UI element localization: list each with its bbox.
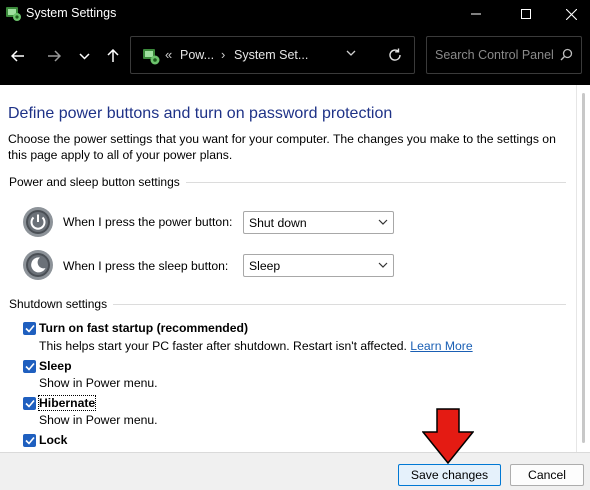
search-icon (560, 48, 573, 61)
breadcrumb-item-system-settings[interactable]: System Set... (234, 48, 308, 62)
power-icon (23, 207, 53, 237)
sleep-button-action-select[interactable]: Sleep (243, 254, 394, 277)
window-title: System Settings (26, 6, 117, 20)
search-box[interactable]: Search Control Panel (426, 36, 582, 74)
power-section-title: Power and sleep button settings (9, 175, 186, 189)
sleep-option-label[interactable]: Sleep (39, 359, 72, 373)
chevron-down-icon (78, 52, 90, 60)
chevron-down-icon (378, 219, 388, 225)
fast-startup-label[interactable]: Turn on fast startup (recommended) (39, 321, 248, 335)
dialog-footer: Save changes Cancel (0, 452, 590, 490)
close-icon (565, 8, 577, 20)
arrow-left-icon (11, 50, 24, 62)
fast-startup-description-text: This helps start your PC faster after sh… (39, 339, 407, 353)
scrollbar-thumb[interactable] (582, 93, 585, 443)
checkmark-icon (24, 399, 35, 408)
fast-startup-description: This helps start your PC faster after sh… (39, 339, 473, 353)
checkmark-icon (24, 436, 35, 445)
annotation-arrow-icon (422, 408, 474, 464)
breadcrumb-overflow[interactable]: « (165, 47, 172, 62)
refresh-button[interactable] (383, 38, 407, 72)
up-button[interactable] (99, 42, 127, 70)
recent-locations-button[interactable] (70, 42, 98, 70)
control-panel-icon (143, 49, 160, 65)
forward-button[interactable] (40, 42, 68, 70)
checkmark-icon (24, 362, 35, 371)
learn-more-link[interactable]: Learn More (410, 339, 472, 353)
shutdown-section-title: Shutdown settings (9, 297, 114, 311)
lock-option-label[interactable]: Lock (39, 433, 67, 447)
breadcrumb-item-power[interactable]: Pow... (180, 48, 214, 62)
minimize-button[interactable] (453, 0, 499, 28)
power-button-action-value: Shut down (249, 216, 307, 230)
page-title: Define power buttons and turn on passwor… (8, 105, 393, 122)
minimize-icon (471, 13, 481, 15)
maximize-icon (521, 9, 531, 19)
arrow-up-icon (107, 49, 119, 62)
hibernate-option-description: Show in Power menu. (39, 413, 158, 427)
arrow-right-icon (48, 50, 61, 62)
page-description: Choose the power settings that you want … (8, 132, 556, 162)
fast-startup-checkbox[interactable] (23, 322, 36, 335)
address-dropdown-icon[interactable] (346, 46, 356, 61)
hibernate-checkbox[interactable] (23, 397, 36, 410)
close-button[interactable] (548, 0, 590, 28)
vertical-scrollbar[interactable] (576, 85, 590, 452)
breadcrumb-separator: › (221, 47, 226, 62)
refresh-icon (389, 48, 401, 61)
power-button-action-select[interactable]: Shut down (243, 211, 394, 234)
cancel-button[interactable]: Cancel (510, 464, 584, 486)
title-bar: System Settings (0, 0, 590, 28)
checkmark-icon (24, 324, 35, 333)
maximize-button[interactable] (503, 0, 549, 28)
search-placeholder: Search Control Panel (435, 48, 554, 62)
chevron-down-icon (378, 262, 388, 268)
sleep-icon (23, 250, 53, 280)
sleep-button-label: When I press the sleep button: (63, 259, 229, 273)
lock-checkbox[interactable] (23, 434, 36, 447)
hibernate-option-label[interactable]: Hibernate (37, 395, 97, 411)
main-content: Define power buttons and turn on passwor… (0, 85, 576, 452)
sleep-option-description: Show in Power menu. (39, 376, 158, 390)
control-panel-icon (6, 7, 21, 21)
power-button-label: When I press the power button: (63, 215, 233, 229)
save-changes-button[interactable]: Save changes (398, 464, 501, 486)
address-bar[interactable]: « Pow... › System Set... (130, 36, 415, 74)
back-button[interactable] (4, 42, 32, 70)
sleep-checkbox[interactable] (23, 360, 36, 373)
sleep-button-action-value: Sleep (249, 259, 281, 273)
